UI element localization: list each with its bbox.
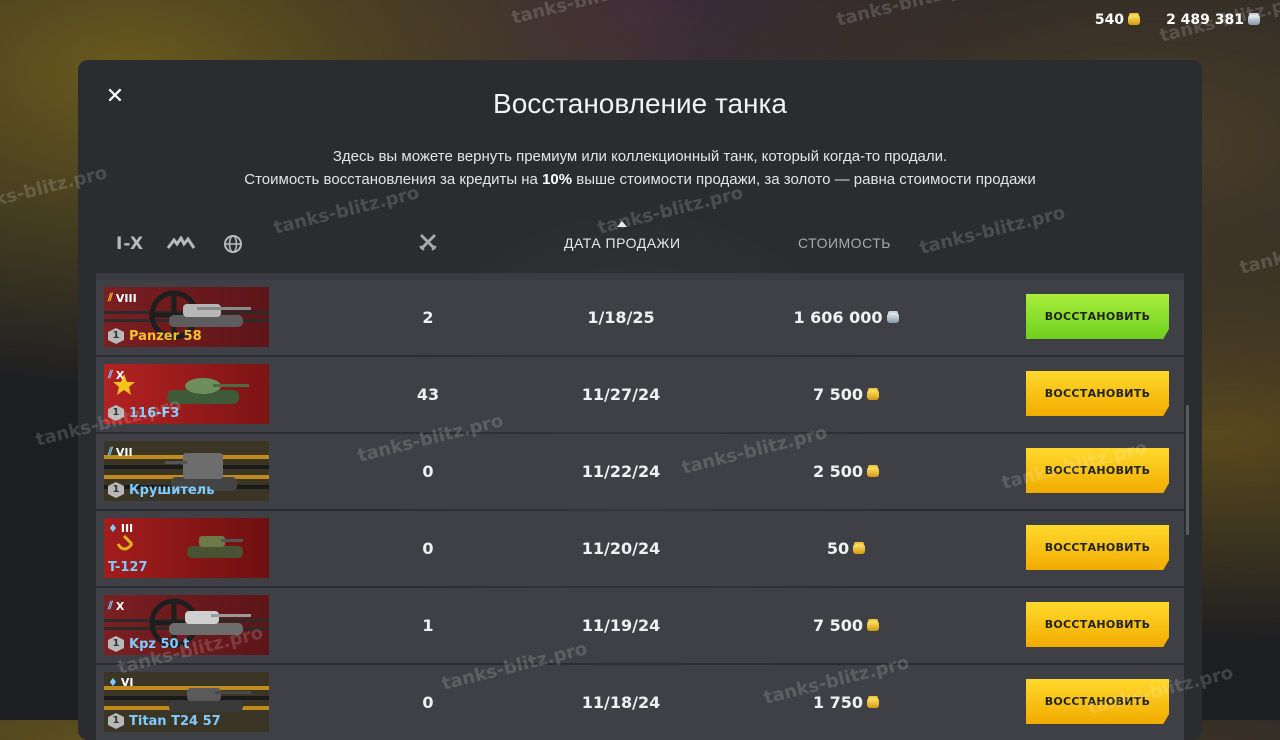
tank-name: 1 116-F3 [108,405,179,421]
restore-price: 7 500 [746,588,946,663]
tank-name: T-127 [108,560,148,575]
tank-row: ♦ III T-127 0 11/20/24 50 ВОССТАНОВИТЬ [96,511,1184,586]
collector-icon: ♦ [108,522,118,535]
tank-card[interactable]: ⫽ X 1 Kpz 50 t [104,595,269,655]
list-scrollbar[interactable] [1186,405,1189,535]
mastery-badge: 1 [108,482,124,498]
restore-button[interactable]: ВОССТАНОВИТЬ [1026,294,1169,339]
battles-count: 43 [416,385,440,404]
tank-image [187,536,243,558]
tank-tier: ♦ VI [108,676,134,689]
crossed-swords-icon [419,233,437,251]
mastery-badge: 1 [108,636,124,652]
restore-price: 7 500 [746,357,946,432]
gold-coin-icon [1128,15,1141,25]
battles-count: 0 [422,539,434,558]
collector-icon: ♦ [108,676,118,689]
gold-coin-icon [867,466,880,477]
mastery-badge: 1 [108,405,124,421]
gold-balance: 540 [1094,12,1141,28]
watermark: tanks-blitz.pro [509,0,660,29]
gold-coin-icon [867,697,880,708]
watermark: tanks-blitz.pro [834,0,985,31]
tank-name: 1 Panzer 58 [108,328,202,344]
tank-tier: ⫽ X [108,599,125,613]
globe-icon[interactable] [218,234,248,254]
vehicle-type-icon[interactable] [166,234,196,254]
tank-image [169,304,251,327]
tank-image [167,378,249,404]
tank-card[interactable]: ⫽ VIII 1 Panzer 58 [104,287,269,347]
sale-date: 11/20/24 [581,539,661,558]
tank-image [169,611,251,635]
sale-date-column-header[interactable]: ДАТА ПРОДАЖИ [564,221,681,251]
credits-amount: 2 489 381 [1166,12,1244,28]
tank-name: 1 Titan T24 57 [108,713,221,729]
description-line-2: Стоимость восстановления за кредиты на 1… [244,171,1036,188]
tank-name: 1 Крушитель [108,482,214,498]
tank-image [169,688,251,712]
mastery-badge: 1 [108,328,124,344]
collector-icon: ⫽ [108,599,113,612]
dialog-title: Восстановление танка [493,88,787,119]
tank-list: ⫽ VIII 1 Panzer 58 2 1/18/25 1 606 000 ВОС… [96,280,1184,740]
battles-count: 0 [422,462,434,481]
filter-bar: I-X [116,234,248,254]
sale-date: 11/27/24 [581,385,661,404]
tank-card[interactable]: ⫽ VII 1 Крушитель [104,441,269,501]
tank-tier: ⫽ X [108,368,125,382]
restore-button[interactable]: ВОССТАНОВИТЬ [1026,679,1169,724]
tank-name: 1 Kpz 50 t [108,636,189,652]
currency-bar: 540 2 489 381 [1095,12,1260,28]
restore-button[interactable]: ВОССТАНОВИТЬ [1026,448,1169,493]
tank-tier: ♦ III [108,522,134,535]
watermark: tanks-blitz.pro [1237,222,1280,279]
price-column-header[interactable]: СТОИМОСТЬ [798,235,891,251]
restore-price: 2 500 [746,434,946,509]
tank-row: ⫽ X 1 Kpz 50 t 1 11/19/24 7 500 ВОССТАНОВИ… [96,588,1184,663]
battles-column-header[interactable] [418,232,438,255]
restore-tank-dialog: ✕ Восстановление танка Здесь вы можете в… [78,60,1202,740]
credits-coin-icon [1248,15,1260,25]
tank-card[interactable]: ⫽ X 1 116-F3 [104,364,269,424]
tank-card[interactable]: ♦ III T-127 [104,518,269,578]
restore-price: 1 606 000 [746,280,946,355]
sort-ascending-icon [617,221,628,227]
description-line-1: Здесь вы можете вернуть премиум или колл… [332,148,948,165]
gold-coin-icon [867,389,880,400]
battles-count: 1 [422,616,434,635]
tank-row: ⫽ VIII 1 Panzer 58 2 1/18/25 1 606 000 ВОС… [96,280,1184,355]
credits-coin-icon [886,312,899,323]
collector-icon: ⫽ [108,445,113,458]
tank-row: ⫽ X 1 116-F3 43 11/27/24 7 500 ВОССТАНОВИТ… [96,357,1184,432]
sale-date: 11/19/24 [581,616,661,635]
tier-filter[interactable]: I-X [116,234,144,254]
sale-date: 11/18/24 [581,693,661,712]
dialog-description: Здесь вы можете вернуть премиум или колл… [78,145,1202,191]
battles-count: 2 [422,308,434,327]
tank-tier: ⫽ VIII [108,291,137,305]
credits-balance: 2 489 381 [1166,12,1260,28]
tank-row: ⫽ VII 1 Крушитель 0 11/22/24 2 500 ВОССТАН… [96,434,1184,509]
restore-button[interactable]: ВОССТАНОВИТЬ [1026,602,1169,647]
sale-date: 11/22/24 [581,462,661,481]
battles-count: 0 [422,693,434,712]
mastery-badge: 1 [108,713,124,729]
sale-date: 1/18/25 [587,308,655,327]
collector-icon: ⫽ [108,368,113,381]
tank-tier: ⫽ VII [108,445,133,459]
gold-amount: 540 [1094,12,1125,28]
gold-coin-icon [853,543,866,554]
restore-price: 1 750 [746,665,946,740]
tank-card[interactable]: ♦ VI 1 Titan T24 57 [104,672,269,732]
restore-price: 50 [746,511,946,586]
premium-icon: ⫽ [108,291,113,304]
restore-button[interactable]: ВОССТАНОВИТЬ [1026,371,1169,416]
restore-button[interactable]: ВОССТАНОВИТЬ [1026,525,1169,570]
gold-coin-icon [867,620,880,631]
tank-row: ♦ VI 1 Titan T24 57 0 11/18/24 1 750 ВОССТ… [96,665,1184,740]
list-divider [96,273,1184,280]
